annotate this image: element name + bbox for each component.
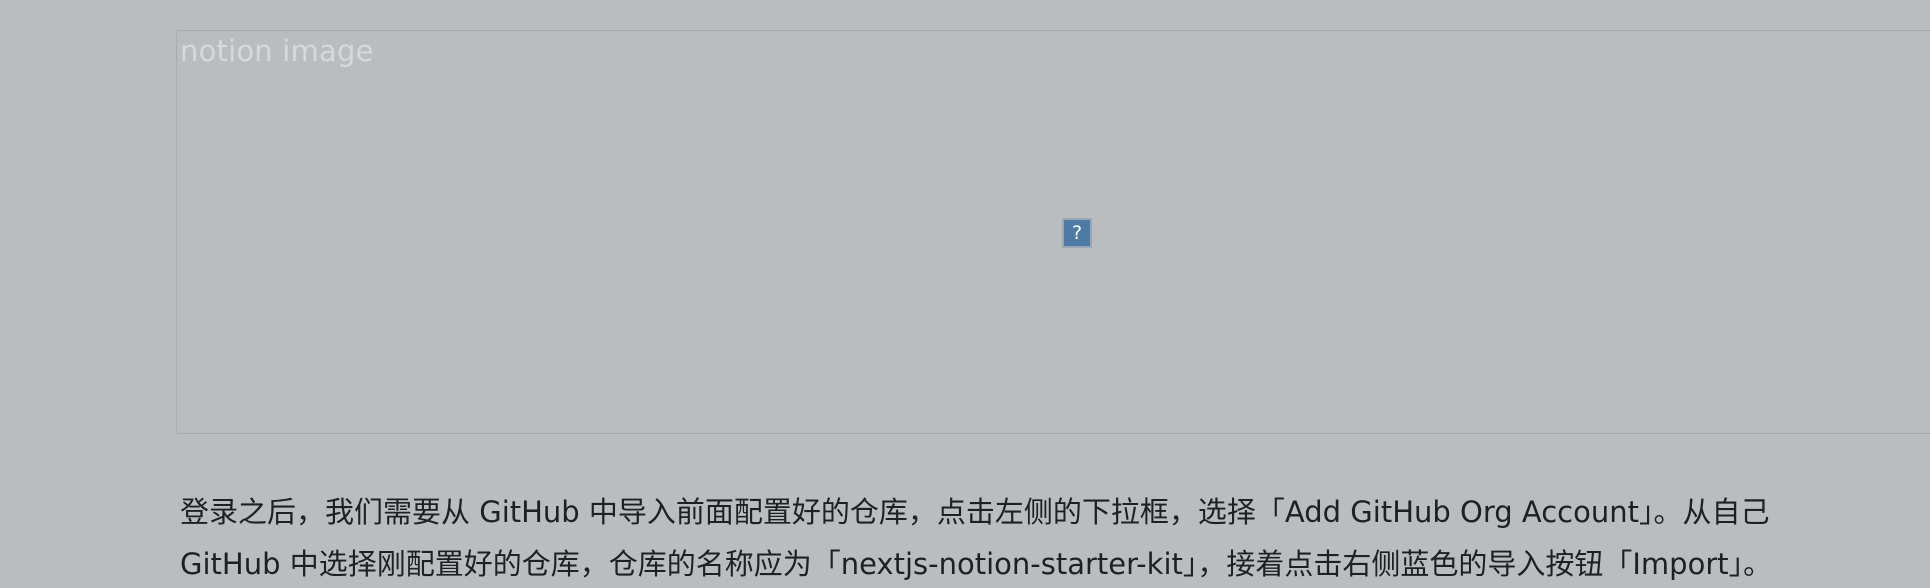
paragraph-line-1: 登录之后，我们需要从 GitHub 中导入前面配置好的仓库，点击左侧的下拉框，选…	[180, 495, 1770, 529]
notion-image: notion image ?	[176, 30, 1930, 434]
paragraph-text: 登录之后，我们需要从 GitHub 中导入前面配置好的仓库，点击左侧的下拉框，选…	[180, 486, 1930, 588]
broken-image-icon: ?	[1062, 218, 1092, 248]
broken-image-glyph: ?	[1071, 221, 1083, 244]
paragraph-line-2: GitHub 中选择刚配置好的仓库，仓库的名称应为「nextjs-notion-…	[180, 547, 1773, 581]
page: notion image ? 登录之后，我们需要从 GitHub 中导入前面配置…	[0, 0, 1930, 588]
image-alt-text: notion image	[180, 34, 374, 68]
